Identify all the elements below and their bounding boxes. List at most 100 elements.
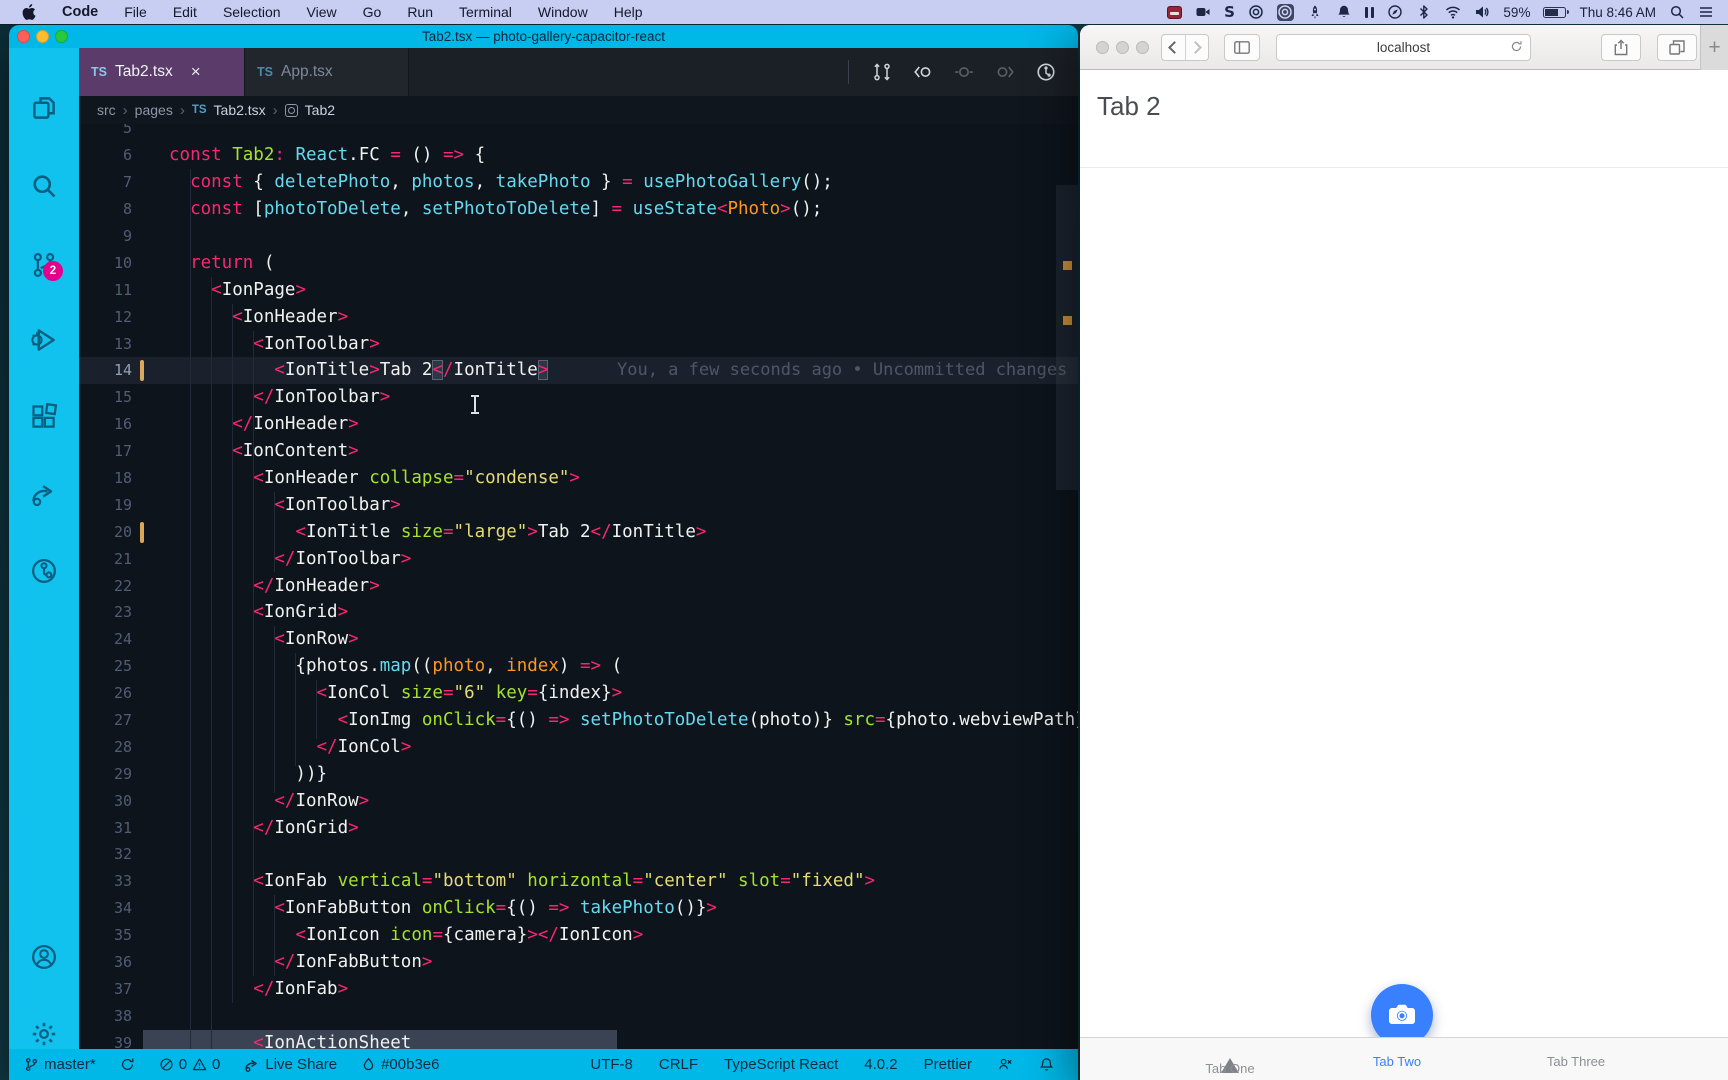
code-line-26[interactable]: 26 <IonCol size="6" key={index}> (79, 680, 1078, 707)
code-line-5[interactable]: 5 (79, 124, 1078, 142)
share-button[interactable] (1601, 34, 1641, 61)
code-line-38[interactable]: 38 (79, 1003, 1078, 1030)
code-line-9[interactable]: 9 (79, 223, 1078, 250)
bell-icon[interactable] (1336, 4, 1352, 20)
code-line-13[interactable]: 13 <IonToolbar> (79, 331, 1078, 358)
reload-icon[interactable] (1510, 40, 1523, 56)
film-icon[interactable] (1167, 5, 1183, 19)
status-item-formatter[interactable]: Prettier (924, 1056, 972, 1073)
status-item-encoding[interactable]: UTF-8 (590, 1056, 633, 1073)
account-icon[interactable] (30, 943, 58, 971)
breadcrumb-item-tab2-tsx[interactable]: Tab2.tsx (214, 102, 266, 118)
code-line-7[interactable]: 7 const { deletePhoto, photos, takePhoto… (79, 169, 1078, 196)
pause-icon[interactable] (1364, 6, 1375, 18)
settings-icon[interactable] (30, 1020, 58, 1048)
code-line-32[interactable]: 32 (79, 841, 1078, 868)
zoom-traffic-light[interactable] (1136, 41, 1149, 54)
menu-item-run[interactable]: Run (407, 4, 433, 20)
menu-item-edit[interactable]: Edit (173, 4, 197, 20)
status-item-live-share[interactable]: Live Share (244, 1056, 337, 1073)
menu-bar-clock[interactable]: Thu 8:46 AM (1579, 5, 1656, 20)
bluetooth-icon[interactable] (1416, 4, 1432, 20)
code-line-31[interactable]: 31 </IonGrid> (79, 815, 1078, 842)
code-line-23[interactable]: 23 <IonGrid> (79, 599, 1078, 626)
code-line-21[interactable]: 21 </IonToolbar> (79, 546, 1078, 573)
video-camera-icon[interactable] (1195, 4, 1211, 20)
code-line-8[interactable]: 8 const [photoToDelete, setPhotoToDelete… (79, 196, 1078, 223)
code-line-18[interactable]: 18 <IonHeader collapse="condense"> (79, 465, 1078, 492)
minimize-traffic-light[interactable] (1116, 41, 1129, 54)
search-icon[interactable] (30, 172, 58, 200)
forward-button[interactable] (1186, 39, 1209, 57)
vscode-titlebar[interactable]: Tab2.tsx — photo-gallery-capacitor-react (9, 25, 1078, 48)
code-line-35[interactable]: 35 <IonIcon icon={camera}></IonIcon> (79, 922, 1078, 949)
app-menu-code[interactable]: Code (62, 4, 98, 20)
status-item-sync[interactable] (120, 1057, 135, 1072)
extensions-icon[interactable] (30, 403, 58, 431)
status-item-language-mode[interactable]: TypeScript React (724, 1056, 838, 1073)
record-icon[interactable] (1248, 4, 1264, 20)
s-app-icon[interactable]: S (1224, 3, 1235, 21)
new-tab-button[interactable]: + (1700, 25, 1728, 70)
compass-icon[interactable] (1387, 4, 1403, 20)
close-traffic-light[interactable] (17, 29, 30, 43)
code-line-28[interactable]: 28 </IonCol> (79, 734, 1078, 761)
app-window-icon[interactable] (1276, 3, 1294, 21)
code-line-27[interactable]: 27 <IonImg onClick={() => setPhotoToDele… (79, 707, 1078, 734)
files-icon[interactable] (30, 94, 58, 122)
status-item-peacock-color[interactable]: #00b3e6 (361, 1056, 440, 1073)
close-tab-icon[interactable]: × (191, 62, 201, 82)
spotlight-search-icon[interactable] (1669, 4, 1685, 20)
app-tab-tab-three[interactable]: Tab Three (1516, 1038, 1636, 1080)
code-line-34[interactable]: 34 <IonFabButton onClick={() => takePhot… (79, 895, 1078, 922)
code-line-10[interactable]: 10 return ( (79, 250, 1078, 277)
status-item-problems[interactable]: 00 (159, 1056, 220, 1073)
history-icon[interactable] (30, 557, 58, 585)
code-line-25[interactable]: 25 {photos.map((photo, index) => ( (79, 653, 1078, 680)
breadcrumb-item-pages[interactable]: pages (135, 102, 173, 118)
code-line-19[interactable]: 19 <IonToolbar> (79, 492, 1078, 519)
next-change-icon[interactable] (995, 62, 1015, 82)
code-line-16[interactable]: 16 </IonHeader> (79, 411, 1078, 438)
menu-item-window[interactable]: Window (538, 4, 588, 20)
previous-change-icon[interactable] (913, 62, 933, 82)
code-line-22[interactable]: 22 </IonHeader> (79, 573, 1078, 600)
code-line-30[interactable]: 30 </IonRow> (79, 788, 1078, 815)
code-line-6[interactable]: 6 const Tab2: React.FC = () => { (79, 142, 1078, 169)
status-item-eol[interactable]: CRLF (659, 1056, 698, 1073)
app-tab-tab-two[interactable]: Tab Two (1337, 1038, 1457, 1080)
code-line-20[interactable]: 20 <IonTitle size="large">Tab 2</IonTitl… (79, 519, 1078, 546)
menu-item-view[interactable]: View (307, 4, 337, 20)
menu-item-selection[interactable]: Selection (223, 4, 281, 20)
zoom-traffic-light[interactable] (55, 29, 68, 43)
minimize-traffic-light[interactable] (36, 29, 49, 43)
code-line-39[interactable]: 39 <IonActionSheet (79, 1029, 1078, 1049)
code-editor[interactable]: 5 6 const Tab2: React.FC = () => {7 const … (79, 124, 1078, 1049)
volume-icon[interactable] (1474, 4, 1490, 20)
menu-item-go[interactable]: Go (363, 4, 382, 20)
menu-item-file[interactable]: File (124, 4, 147, 20)
code-line-33[interactable]: 33 <IonFab vertical="bottom" horizontal=… (79, 868, 1078, 895)
code-line-14[interactable]: 14 <IonTitle>Tab 2</IonTitle> You, a few … (79, 357, 1078, 385)
breadcrumb-item-tab2[interactable]: Tab2 (305, 102, 335, 118)
live-share-icon[interactable] (30, 480, 58, 508)
editor-tab-tab2-tsx[interactable]: TS Tab2.tsx × (79, 48, 245, 96)
app-tab-tab-one[interactable]: Tab One (1170, 1038, 1290, 1080)
open-changes-icon[interactable] (872, 62, 892, 82)
code-line-15[interactable]: 15 </IonToolbar> (79, 384, 1078, 411)
close-traffic-light[interactable] (1096, 41, 1109, 54)
status-item-feedback[interactable] (998, 1057, 1013, 1072)
timeline-icon[interactable] (1036, 62, 1056, 82)
change-marker-icon[interactable] (954, 62, 974, 82)
wifi-icon[interactable] (1445, 4, 1461, 20)
rocket-icon[interactable] (1307, 4, 1323, 20)
menu-item-terminal[interactable]: Terminal (459, 4, 512, 20)
menu-item-help[interactable]: Help (614, 4, 643, 20)
code-line-17[interactable]: 17 <IonContent> (79, 438, 1078, 465)
back-button[interactable] (1162, 39, 1185, 57)
editor-tab-app-tsx[interactable]: TS App.tsx (245, 48, 409, 96)
run-debug-icon[interactable] (30, 326, 58, 354)
code-line-37[interactable]: 37 </IonFab> (79, 976, 1078, 1003)
apple-menu-icon[interactable] (22, 4, 36, 20)
sidebar-button[interactable] (1224, 34, 1260, 61)
